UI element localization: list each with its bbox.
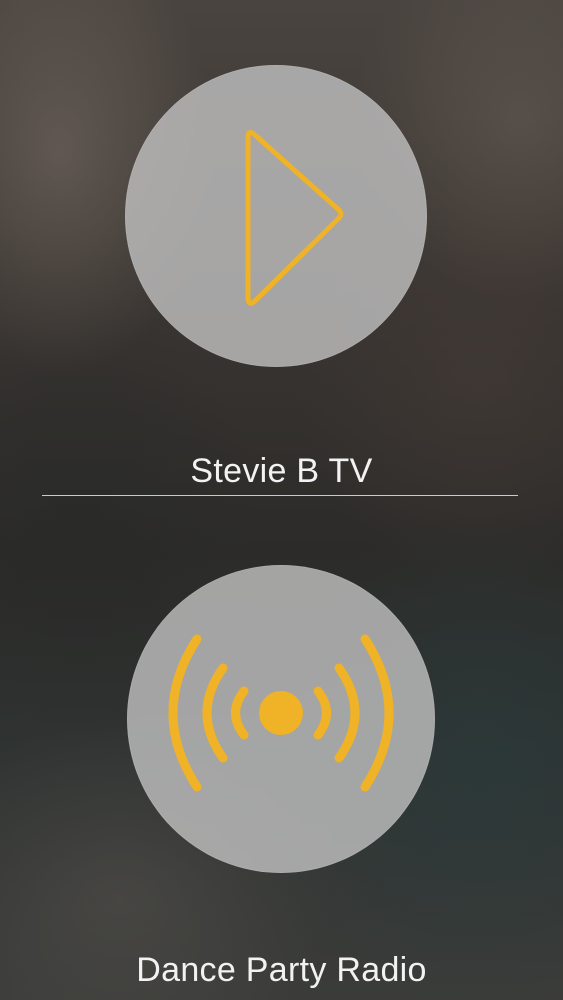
channel-label-radio: Dance Party Radio (136, 951, 427, 989)
play-icon (125, 65, 427, 367)
play-radio-button[interactable] (127, 565, 435, 873)
broadcast-icon (127, 565, 435, 873)
play-tv-button[interactable] (125, 65, 427, 367)
channel-label-tv: Stevie B TV (190, 452, 373, 490)
divider (42, 495, 518, 496)
